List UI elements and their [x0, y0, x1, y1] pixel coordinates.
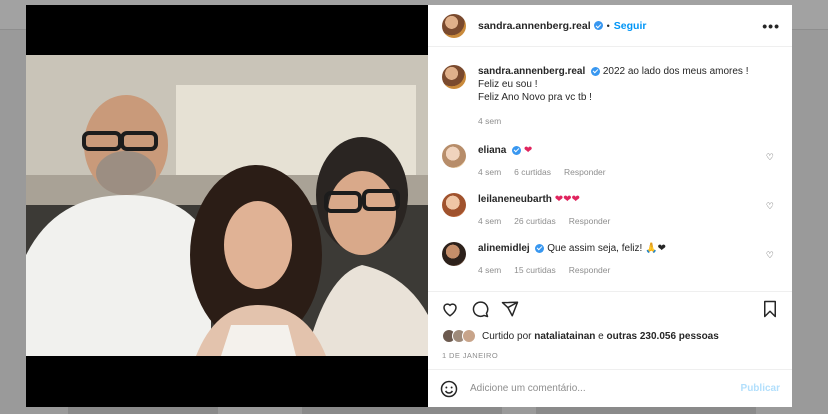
comments-list[interactable]: sandra.annenberg.real 2022 ao lado dos m… [428, 47, 792, 291]
comment-likes[interactable]: 6 curtidas [514, 166, 551, 179]
comment-like-heart-icon[interactable]: ♡ [766, 201, 774, 212]
likers-avatars[interactable] [442, 329, 476, 343]
caption-avatar[interactable] [442, 65, 466, 89]
comment-text: ❤ [523, 145, 533, 156]
caption-time[interactable]: 4 sem [478, 115, 501, 128]
reply-button[interactable]: Responder [569, 215, 611, 228]
post-photo[interactable] [26, 55, 428, 356]
author-username[interactable]: sandra.annenberg.real [478, 20, 591, 32]
add-comment-bar: Publicar [428, 369, 792, 407]
post-header: sandra.annenberg.real • Seguir ••• [428, 5, 792, 47]
author-avatar[interactable] [442, 13, 466, 38]
comment-likes[interactable]: 15 curtidas [514, 264, 556, 277]
bookmark-icon[interactable] [760, 299, 780, 319]
publish-button[interactable]: Publicar [741, 383, 780, 394]
comment-input[interactable] [470, 383, 741, 394]
likes-summary: Curtido por nataliatainan e outras 230.0… [428, 325, 792, 347]
caption-line: Feliz eu sou ! [478, 79, 538, 90]
comment-icon[interactable] [470, 299, 490, 319]
heart-icon[interactable] [440, 299, 460, 319]
comment-avatar[interactable] [442, 193, 466, 217]
post-actions [428, 291, 792, 325]
comment-time[interactable]: 4 sem [478, 264, 501, 277]
caption-line: Feliz Ano Novo pra vc tb ! [478, 92, 592, 103]
comment-text: ❤❤❤ [554, 194, 580, 205]
liker-username[interactable]: nataliatainan [534, 331, 595, 342]
comment-item: alinemidlej Que assim seja, feliz! 🙏❤ 4 … [442, 242, 778, 277]
comment-time[interactable]: 4 sem [478, 215, 501, 228]
comment-username[interactable]: eliana [478, 145, 506, 156]
separator-dot: • [606, 20, 610, 31]
comment-like-heart-icon[interactable]: ♡ [766, 152, 774, 163]
photo-illustration [26, 55, 428, 356]
caption-username[interactable]: sandra.annenberg.real [478, 66, 585, 77]
follow-button[interactable]: Seguir [614, 20, 647, 32]
post-modal: sandra.annenberg.real • Seguir ••• sandr… [26, 5, 792, 407]
verified-icon [593, 21, 603, 30]
comment-item: eliana ❤ 4 sem 6 curtidas Responder ♡ [442, 144, 778, 179]
comment-time[interactable]: 4 sem [478, 166, 501, 179]
comment-likes[interactable]: 26 curtidas [514, 215, 556, 228]
likes-count[interactable]: outras 230.056 pessoas [607, 331, 719, 342]
comment-avatar[interactable] [442, 144, 466, 168]
more-options-icon[interactable]: ••• [762, 18, 780, 34]
caption: sandra.annenberg.real 2022 ao lado dos m… [442, 65, 778, 128]
verified-icon [512, 145, 522, 155]
comment-username[interactable]: leilaneneubarth [478, 194, 552, 205]
comment-item: leilaneneubarth ❤❤❤ 4 sem 26 curtidas Re… [442, 193, 778, 228]
reply-button[interactable]: Responder [564, 166, 606, 179]
likes-conj: e [598, 330, 604, 342]
comment-text: Que assim seja, feliz! 🙏❤ [547, 243, 666, 254]
post-media [26, 5, 428, 407]
share-icon[interactable] [500, 299, 520, 319]
comment-username[interactable]: alinemidlej [478, 243, 530, 254]
emoji-icon[interactable] [440, 380, 458, 398]
reply-button[interactable]: Responder [569, 264, 611, 277]
comment-avatar[interactable] [442, 242, 466, 266]
comment-like-heart-icon[interactable]: ♡ [766, 250, 774, 261]
post-date[interactable]: 1 DE JANEIRO [428, 347, 792, 369]
caption-line: 2022 ao lado dos meus amores ! [602, 66, 749, 77]
likes-prefix: Curtido por [482, 330, 532, 342]
verified-icon [591, 66, 601, 76]
verified-icon [535, 243, 545, 253]
post-side-panel: sandra.annenberg.real • Seguir ••• sandr… [428, 5, 792, 407]
